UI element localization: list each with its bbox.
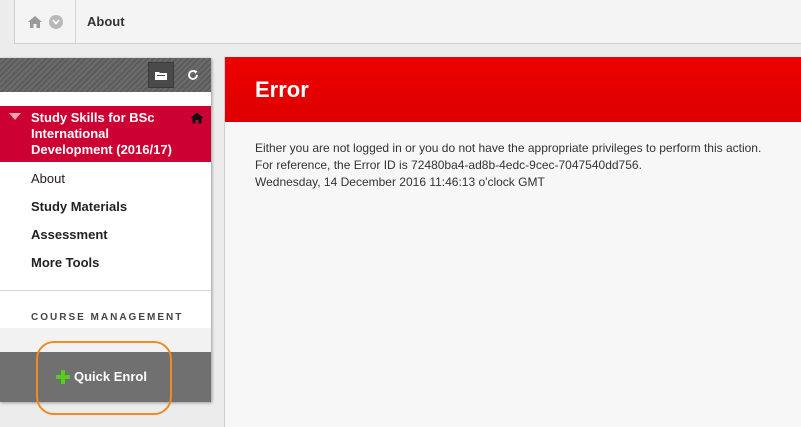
error-message: Either you are not logged in or you do n… bbox=[255, 141, 762, 155]
menu-item-about[interactable]: About bbox=[31, 171, 65, 186]
main-content: Error Either you are not logged in or yo… bbox=[224, 57, 801, 427]
course-menu-header bbox=[0, 58, 211, 92]
refresh-icon[interactable] bbox=[180, 62, 206, 88]
menu-divider bbox=[0, 290, 211, 291]
menu-item-assessment[interactable]: Assessment bbox=[31, 227, 108, 242]
breadcrumb-bar: About bbox=[14, 0, 801, 44]
menu-item-study-materials[interactable]: Study Materials bbox=[31, 199, 127, 214]
course-title: Study Skills for BSc International Devel… bbox=[31, 110, 172, 157]
error-header: Error bbox=[225, 57, 801, 122]
chevron-down-icon[interactable] bbox=[49, 15, 63, 29]
error-title: Error bbox=[255, 77, 309, 102]
home-icon[interactable] bbox=[27, 15, 43, 29]
triangle-down-icon[interactable] bbox=[9, 113, 21, 120]
breadcrumb-current: About bbox=[87, 14, 125, 29]
house-icon[interactable] bbox=[190, 111, 204, 129]
course-title-link[interactable]: Study Skills for BSc International Devel… bbox=[0, 106, 211, 162]
folder-icon[interactable] bbox=[148, 62, 174, 88]
error-reference: For reference, the Error ID is 72480ba4-… bbox=[255, 158, 642, 172]
highlight-annotation bbox=[36, 341, 172, 415]
error-timestamp: Wednesday, 14 December 2016 11:46:13 o'c… bbox=[255, 175, 545, 189]
menu-item-more-tools[interactable]: More Tools bbox=[31, 255, 99, 270]
breadcrumb-home-group bbox=[15, 0, 76, 44]
course-management-label: COURSE MANAGEMENT bbox=[31, 312, 184, 323]
